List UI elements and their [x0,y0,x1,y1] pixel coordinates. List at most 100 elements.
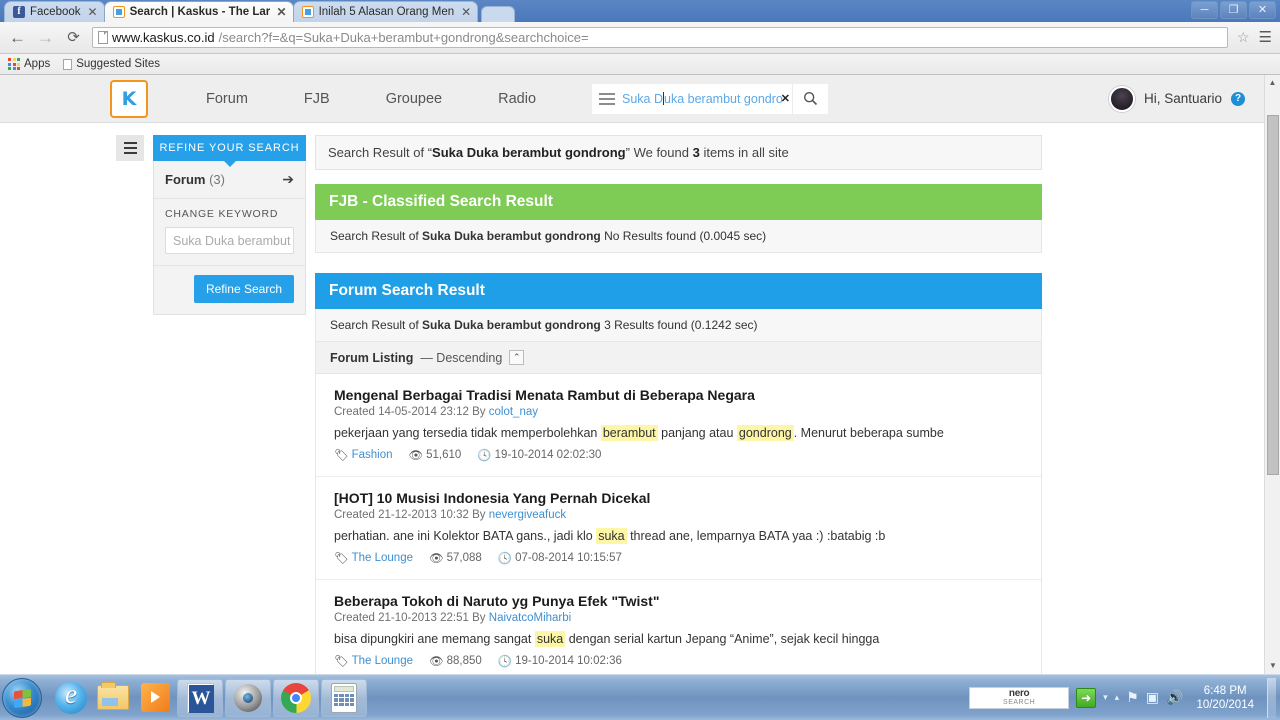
browser-menu-icon[interactable]: ☰ [1259,30,1272,45]
result-tag-link[interactable]: Fashion [352,449,393,461]
new-tab-button[interactable] [481,6,516,22]
taskbar-microsoft-word[interactable] [177,678,223,717]
search-value-before-caret: Suka D [622,91,664,106]
clock[interactable]: 6:48 PM 10/20/2014 [1190,684,1260,712]
taskbar-google-chrome[interactable] [273,678,319,717]
clock-date: 10/20/2014 [1196,698,1254,711]
result-tag[interactable]: 🏷 The Lounge [334,551,413,565]
nav-link-radio[interactable]: Radio [470,91,564,107]
chevron-down-icon[interactable]: ▾ [1103,692,1108,703]
page-scrollbar[interactable]: ▲ ▼ [1264,75,1280,674]
minimize-button[interactable]: ─ [1191,1,1218,19]
nav-link-groupee[interactable]: Groupee [358,91,470,107]
browser-window: f Facebook ✕ Search | Kaskus - The Larg … [0,0,1280,674]
clock-icon: 🕓 [497,553,513,565]
kaskus-logo[interactable]: K [110,79,148,118]
result-tag-link[interactable]: The Lounge [352,552,413,564]
bookmark-suggested-sites[interactable]: Suggested Sites [63,58,160,70]
sidebar-toggle-icon[interactable] [116,135,144,161]
show-desktop-button[interactable] [1267,677,1276,718]
action-center-flag-icon[interactable]: ⚑ [1126,689,1139,706]
tab-close-icon[interactable]: ✕ [86,6,98,18]
user-greeting: Hi, Santuario [1143,91,1222,106]
user-menu[interactable]: Hi, Santuario ? [1108,85,1245,112]
result-item[interactable]: Mengenal Berbagai Tradisi Menata Rambut … [316,374,1041,477]
result-author-link[interactable]: NaivatcoMiharbi [489,612,571,624]
volume-icon[interactable]: 🔊 [1166,689,1183,706]
taskbar-media-player[interactable] [137,680,173,716]
scrollbar-thumb[interactable] [1267,115,1279,475]
bookmark-apps[interactable]: Apps [8,58,50,70]
chevron-up-icon[interactable]: ▴ [1115,692,1120,703]
refine-footer: Refine Search [154,266,305,314]
refine-filter-count: (3) [209,172,225,187]
scroll-up-icon[interactable]: ▲ [1265,75,1280,91]
network-icon[interactable]: ▣ [1146,689,1159,706]
clear-search-icon[interactable]: ✕ [781,92,790,105]
search-icon[interactable] [792,83,829,114]
keyword-input[interactable]: Suka Duka berambut [165,227,294,254]
result-tag[interactable]: 🏷 Fashion [334,448,393,462]
browser-tab-facebook[interactable]: f Facebook ✕ [4,1,105,22]
result-author-link[interactable]: nevergiveafuck [489,509,566,521]
close-window-button[interactable]: ✕ [1249,1,1276,19]
apps-grid-icon [8,58,20,70]
site-search: Suka Duka berambut gondro ✕ [592,83,829,114]
nav-link-fjb[interactable]: FJB [276,91,358,107]
site-search-input[interactable]: Suka Duka berambut gondro ✕ [622,83,793,114]
clock-time: 6:48 PM [1203,684,1247,697]
help-badge-icon[interactable]: ? [1231,91,1245,106]
nero-label: nero [1008,688,1030,699]
result-tag[interactable]: 🏷 The Lounge [334,654,413,668]
result-item[interactable]: Beberapa Tokoh di Naruto yg Punya Efek "… [316,580,1041,674]
result-title[interactable]: Beberapa Tokoh di Naruto yg Punya Efek "… [334,593,1023,609]
result-author-link[interactable]: colot_nay [489,406,538,418]
tab-close-icon[interactable]: ✕ [459,6,471,18]
fjb-section-header: FJB - Classified Search Result [315,184,1042,220]
taskbar-webcam-app[interactable] [225,678,271,717]
tab-close-icon[interactable]: ✕ [275,6,287,18]
refine-search-button[interactable]: Refine Search [193,275,294,303]
forum-listing-bar: Forum Listing — Descending ⌃ [315,342,1042,374]
nav-link-forum[interactable]: Forum [178,91,276,107]
webcam-icon [234,683,262,712]
nero-search-box[interactable]: nero SEARCH [969,686,1070,709]
refine-header: REFINE YOUR SEARCH [153,135,306,167]
chevron-up-icon[interactable]: ⌃ [509,350,525,365]
tag-icon: 🏷 [334,656,349,668]
nero-go-icon[interactable]: ➜ [1076,687,1097,708]
forward-icon[interactable]: → [36,28,55,47]
result-title[interactable]: [HOT] 10 Musisi Indonesia Yang Pernah Di… [334,490,1023,506]
search-category-menu-icon[interactable] [592,83,623,114]
reload-icon[interactable]: ⟳ [64,28,83,47]
start-button-icon[interactable] [2,677,42,718]
result-tag-link[interactable]: The Lounge [352,655,413,667]
taskbar-calculator[interactable] [321,678,367,717]
address-bar[interactable]: www.kaskus.co.id/search?f=&q=Suka+Duka+b… [92,27,1228,48]
highlight-term: berambut [600,425,658,441]
by-label: By [472,612,486,624]
result-title[interactable]: Mengenal Berbagai Tradisi Menata Rambut … [334,387,1023,403]
browser-tab-kaskus-search[interactable]: Search | Kaskus - The Larg ✕ [103,1,294,22]
refine-filter-label: Forum [165,172,206,187]
restore-button[interactable]: ❐ [1220,1,1247,19]
refine-panel: Forum (3) ➔ CHANGE KEYWORD Suka Duka ber… [153,161,306,315]
bookmark-star-icon[interactable]: ☆ [1237,29,1250,46]
taskbar-internet-explorer[interactable] [53,679,89,716]
refine-filter-text: Forum (3) [165,172,225,187]
search-results-main: Search Result of “Suka Duka berambut gon… [315,135,1042,674]
listing-sort-order[interactable]: — Descending [420,351,502,365]
arrow-right-icon[interactable]: ➔ [282,171,294,188]
scroll-down-icon[interactable]: ▼ [1265,658,1280,674]
highlight-term: suka [596,528,627,544]
result-views: 👁 88,850 [429,654,482,668]
browser-tab-inilah[interactable]: Inilah 5 Alasan Orang Men ✕ [292,1,479,22]
summary-prefix: Search Result of “ [328,145,433,160]
back-icon[interactable]: ← [8,28,27,47]
result-item[interactable]: [HOT] 10 Musisi Indonesia Yang Pernah Di… [316,477,1041,580]
snippet-pre: pekerjaan yang tersedia tidak memperbole… [334,426,601,440]
result-timestamp-value: 07-08-2014 10:15:57 [515,552,622,564]
word-icon [186,682,214,713]
chrome-icon [281,682,311,713]
taskbar-windows-explorer[interactable] [95,680,131,716]
